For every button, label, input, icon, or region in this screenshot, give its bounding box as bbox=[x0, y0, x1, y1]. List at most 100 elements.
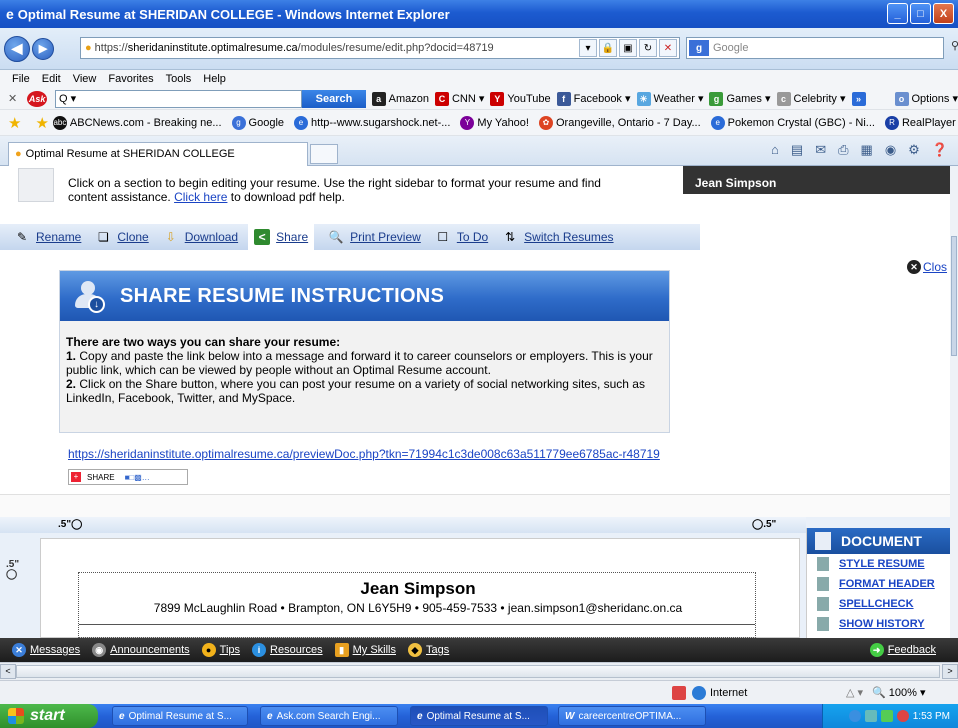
taskbar-item-careercentre[interactable]: WcareercentreOPTIMA... bbox=[558, 706, 706, 726]
search-input[interactable]: Google bbox=[713, 42, 748, 54]
resources-link[interactable]: i Resources bbox=[252, 643, 323, 657]
menu-edit[interactable]: Edit bbox=[42, 73, 61, 85]
tray-arrow-icon[interactable] bbox=[848, 710, 861, 722]
print-preview-action[interactable]: 🔍 Print Preview bbox=[328, 224, 421, 250]
sidebar-show-history[interactable]: SHOW HISTORY bbox=[817, 614, 950, 634]
tray-network-icon[interactable] bbox=[880, 710, 893, 722]
menu-file[interactable]: File bbox=[12, 73, 30, 85]
refresh-icon[interactable]: ↻ bbox=[639, 39, 657, 57]
back-button[interactable]: ◀ bbox=[4, 35, 30, 62]
announcements-link[interactable]: ◉ Announcements bbox=[92, 643, 190, 657]
toolbar-cnn[interactable]: C CNN ▾ bbox=[434, 91, 484, 106]
taskbar-item-optimal-resume-2[interactable]: e Optimal Resume at S... bbox=[410, 706, 548, 726]
feedback-arrow-icon: ➜ bbox=[869, 643, 884, 657]
close-toolbar-icon[interactable]: ✕ bbox=[8, 92, 17, 105]
lock-icon[interactable]: 🔒 bbox=[599, 39, 617, 57]
toolbar-more[interactable]: » bbox=[851, 91, 869, 106]
public-resume-link[interactable]: https://sheridaninstitute.optimalresume.… bbox=[68, 447, 660, 461]
messages-link[interactable]: ✕ Messages bbox=[12, 643, 80, 657]
close-window-button[interactable]: X bbox=[933, 3, 954, 24]
page-menu-icon[interactable]: ▦ bbox=[861, 142, 873, 158]
fav-abcnews[interactable]: abc ABCNews.com - Breaking ne... bbox=[52, 115, 222, 130]
resume-header-section[interactable]: Jean Simpson 7899 McLaughlin Road • Bram… bbox=[78, 572, 756, 638]
address-bar[interactable]: ● https://sheridaninstitute.optimalresum… bbox=[80, 37, 680, 59]
menu-tools[interactable]: Tools bbox=[166, 73, 192, 85]
scroll-right-button[interactable]: > bbox=[942, 664, 958, 679]
help-icon[interactable]: ❓ bbox=[932, 142, 948, 158]
minimize-button[interactable]: _ bbox=[887, 3, 908, 24]
print-icon[interactable]: ⎙ bbox=[838, 142, 848, 158]
ask-search-input[interactable]: Q ▾ bbox=[55, 89, 303, 108]
sidebar-style-resume[interactable]: STYLE RESUME bbox=[817, 554, 950, 574]
toolbar-celebrity[interactable]: c Celebrity ▾ bbox=[776, 91, 846, 106]
vertical-scrollbar[interactable] bbox=[950, 166, 958, 638]
share-widget-button[interactable]: + SHARE ■□▩… bbox=[68, 469, 188, 485]
search-box[interactable]: g Google ⚲ bbox=[686, 37, 958, 59]
fav-orangeville[interactable]: ✿ Orangeville, Ontario - 7 Day... bbox=[538, 115, 701, 130]
address-url[interactable]: https://sheridaninstitute.optimalresume.… bbox=[95, 42, 579, 54]
left-margin-handle[interactable]: .5"◯ bbox=[58, 519, 82, 530]
tray-security-icon[interactable] bbox=[896, 710, 909, 722]
dropdown-icon[interactable]: ▾ bbox=[579, 39, 597, 57]
tray-speaker-icon[interactable] bbox=[864, 710, 877, 722]
tools-gear-icon[interactable]: ⚙ bbox=[908, 142, 920, 158]
compatibility-icon[interactable]: ▣ bbox=[619, 39, 637, 57]
close-share-button[interactable]: ✕ Clos bbox=[907, 260, 947, 274]
taskbar-item-optimal-resume-1[interactable]: e Optimal Resume at S... bbox=[112, 706, 248, 726]
share-action[interactable]: < Share bbox=[248, 224, 315, 250]
todo-action[interactable]: ☐ To Do bbox=[435, 224, 488, 250]
home-icon[interactable]: ⌂ bbox=[771, 142, 779, 158]
ie-icon: e bbox=[417, 710, 423, 722]
tips-link[interactable]: ● Tips bbox=[201, 643, 240, 657]
toolbar-weather[interactable]: ☀ Weather ▾ bbox=[636, 91, 703, 106]
scroll-left-button[interactable]: < bbox=[0, 664, 16, 679]
sidebar-spellcheck[interactable]: SPELLCHECK bbox=[817, 594, 950, 614]
menu-favorites[interactable]: Favorites bbox=[108, 73, 153, 85]
menu-help[interactable]: Help bbox=[203, 73, 226, 85]
ask-toolbar: ✕ Ask Q ▾ Search a Amazon C CNN ▾ Y YouTube… bbox=[0, 88, 958, 110]
pdf-help-link[interactable]: Click here bbox=[174, 190, 227, 204]
toolbar-games[interactable]: g Games ▾ bbox=[709, 91, 771, 106]
feedback-link[interactable]: ➜ Feedback bbox=[869, 643, 936, 657]
fav-sugarshock[interactable]: e http--www.sugarshock.net-... bbox=[294, 115, 450, 130]
right-margin-handle[interactable]: ◯.5" bbox=[752, 519, 776, 530]
clone-action[interactable]: ❏ Clone bbox=[95, 224, 149, 250]
forward-button[interactable]: ▶ bbox=[32, 37, 54, 60]
fav-google[interactable]: g Google bbox=[231, 115, 284, 130]
rename-action[interactable]: ✎ Rename bbox=[14, 224, 81, 250]
tab-optimal-resume[interactable]: ● Optimal Resume at SHERIDAN COLLEGE bbox=[8, 141, 308, 166]
fav-realplayer[interactable]: R RealPlayer bbox=[884, 115, 956, 130]
security-zone[interactable]: Internet bbox=[672, 686, 747, 700]
toolbar-youtube[interactable]: Y YouTube bbox=[490, 91, 551, 106]
maximize-button[interactable]: □ bbox=[910, 3, 931, 24]
fav-yahoo[interactable]: Y My Yahoo! bbox=[460, 115, 529, 130]
resources-icon: i bbox=[252, 643, 267, 657]
top-margin-handle[interactable]: .5" ◯ bbox=[6, 560, 19, 580]
stop-icon[interactable]: ✕ bbox=[659, 39, 677, 57]
scroll-thumb[interactable] bbox=[951, 236, 957, 356]
shield-icon[interactable]: △ ▾ bbox=[846, 686, 863, 699]
toolbar-amazon[interactable]: a Amazon bbox=[371, 91, 429, 106]
toolbar-facebook[interactable]: f Facebook ▾ bbox=[556, 91, 631, 106]
add-favorite-icon[interactable]: ★ bbox=[35, 114, 48, 132]
new-tab-button[interactable] bbox=[310, 143, 338, 164]
taskbar-item-ask[interactable]: e Ask.com Search Engi... bbox=[260, 706, 398, 726]
horizontal-scrollbar[interactable]: < > bbox=[0, 662, 958, 680]
favorites-star-icon[interactable]: ★ bbox=[8, 114, 21, 132]
search-icon[interactable]: ⚲ bbox=[951, 39, 958, 52]
my-skills-link[interactable]: ▮ My Skills bbox=[334, 643, 396, 657]
horizontal-scroll-thumb[interactable] bbox=[16, 665, 940, 678]
tags-link[interactable]: ◆ Tags bbox=[407, 643, 449, 657]
mail-icon[interactable]: ✉ bbox=[815, 142, 826, 158]
toolbar-options[interactable]: o Options ▾ bbox=[894, 91, 958, 106]
fav-pokemon[interactable]: e Pokemon Crystal (GBC) - Ni... bbox=[710, 115, 875, 130]
switch-resumes-action[interactable]: ⇅ Switch Resumes bbox=[502, 224, 613, 250]
zoom-level[interactable]: 🔍 100% ▾ bbox=[872, 686, 925, 699]
start-button[interactable]: start bbox=[0, 704, 98, 728]
ask-search-button[interactable]: Search bbox=[302, 89, 366, 108]
feeds-icon[interactable]: ▤ bbox=[791, 142, 803, 158]
download-action[interactable]: ⇩ Download bbox=[163, 224, 238, 250]
sidebar-format-header[interactable]: FORMAT HEADER bbox=[817, 574, 950, 594]
safety-icon[interactable]: ◉ bbox=[885, 142, 896, 158]
menu-view[interactable]: View bbox=[73, 73, 97, 85]
